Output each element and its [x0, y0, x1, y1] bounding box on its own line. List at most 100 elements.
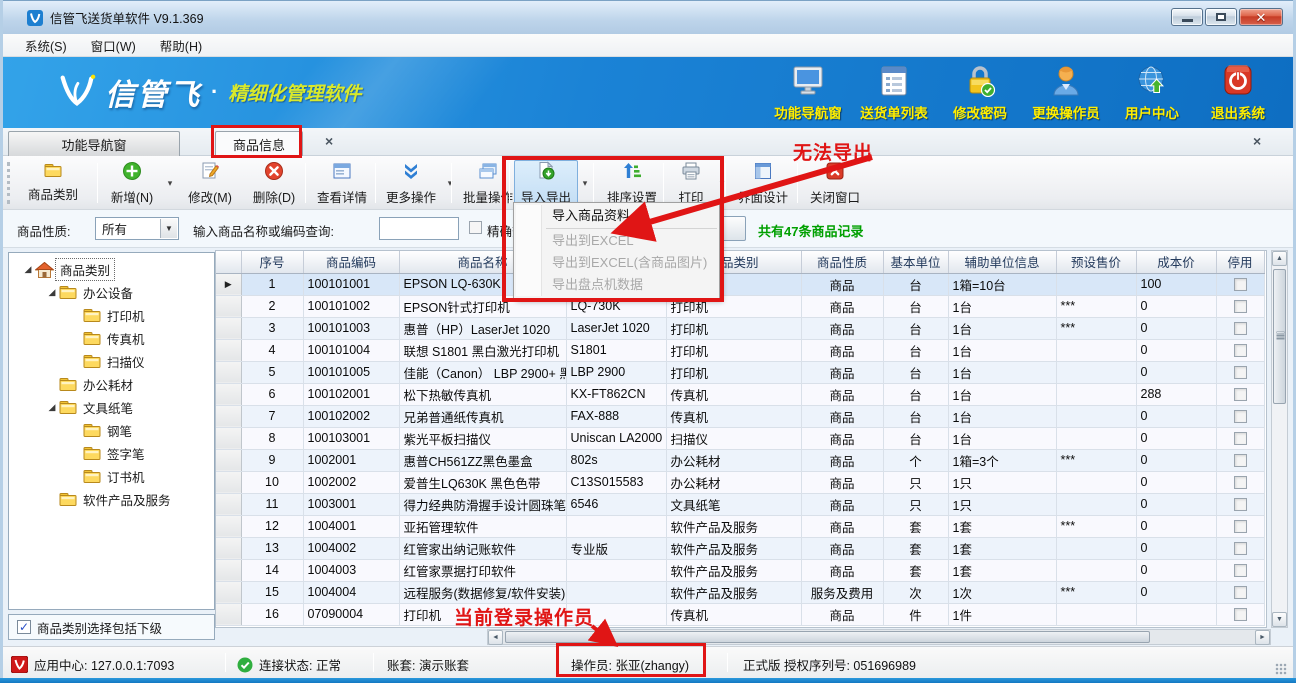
cell[interactable]: 100102002 [303, 405, 399, 427]
search-input[interactable] [379, 217, 459, 240]
disable-checkbox[interactable] [1234, 410, 1247, 423]
toolbar-view-detail-button[interactable]: 查看详情 [309, 160, 375, 206]
cell[interactable]: 0 [1136, 471, 1216, 493]
cell[interactable]: 100101001 [303, 273, 399, 295]
maximize-button[interactable] [1205, 8, 1237, 26]
cell[interactable]: 套 [883, 515, 948, 537]
cell[interactable]: 商品 [801, 493, 883, 515]
cell[interactable]: 4 [241, 339, 303, 361]
cell[interactable]: 套 [883, 559, 948, 581]
cell[interactable]: 5 [241, 361, 303, 383]
disable-checkbox[interactable] [1234, 520, 1247, 533]
tree-item-钢笔[interactable]: 钢笔 [9, 419, 214, 442]
cell[interactable]: 100 [1136, 273, 1216, 295]
cell[interactable]: 红管家出纳记账软件 [399, 537, 566, 559]
cell[interactable]: 1套 [948, 515, 1056, 537]
tree-item-办公设备[interactable]: ◢办公设备 [9, 281, 214, 304]
cell[interactable]: 8 [241, 427, 303, 449]
cell[interactable]: 惠普CH561ZZ黑色墨盒 [399, 449, 566, 471]
cell[interactable] [1056, 493, 1136, 515]
cell[interactable]: 0 [1136, 295, 1216, 317]
cell[interactable]: 1台 [948, 427, 1056, 449]
scroll-right-icon[interactable]: ► [1255, 630, 1270, 645]
cell[interactable]: 件 [883, 603, 948, 625]
menu-help[interactable]: 帮助(H) [148, 34, 214, 57]
cell[interactable]: 只 [883, 471, 948, 493]
table-row[interactable]: 141004003红管家票据打印软件软件产品及服务商品套1套0 [216, 559, 1264, 581]
include-sub-checkbox[interactable]: ✓ [17, 620, 31, 634]
cell[interactable]: 2 [241, 295, 303, 317]
cell[interactable]: 商品 [801, 427, 883, 449]
tree-item-办公耗材[interactable]: 办公耗材 [9, 373, 214, 396]
dropdown-caret-icon[interactable]: ▾ [579, 160, 591, 206]
tree-item-传真机[interactable]: 传真机 [9, 327, 214, 350]
tab-nav-window[interactable]: 功能导航窗 [8, 131, 180, 156]
toolbar-batch-actions-button[interactable]: 批量操作 [455, 160, 521, 206]
table-row[interactable]: 7100102002兄弟普通纸传真机FAX-888传真机商品台1台0 [216, 405, 1264, 427]
row-selector[interactable] [216, 581, 241, 603]
export-menu-item-0[interactable]: 导入商品资料 [514, 205, 719, 227]
cell[interactable] [1056, 273, 1136, 295]
cell[interactable]: 台 [883, 405, 948, 427]
cell[interactable]: 1台 [948, 317, 1056, 339]
nature-select[interactable]: 所有 ▼ [95, 217, 179, 240]
table-row[interactable]: 8100103001紫光平板扫描仪Uniscan LA2000扫描仪商品台1台0 [216, 427, 1264, 449]
cell-disable[interactable] [1216, 317, 1264, 339]
cell[interactable]: 爱普生LQ630K 黑色色带 [399, 471, 566, 493]
column-header-商品编码[interactable]: 商品编码 [303, 251, 399, 273]
toolbar-modify-button[interactable]: 修改(M) [179, 160, 241, 206]
cell[interactable]: 100102001 [303, 383, 399, 405]
cell[interactable]: 1004001 [303, 515, 399, 537]
tree-expander-icon[interactable]: ◢ [45, 287, 59, 298]
cell[interactable]: 亚拓管理软件 [399, 515, 566, 537]
cell[interactable]: 6546 [566, 493, 666, 515]
tree-expander-icon[interactable]: ◢ [45, 402, 59, 413]
cell[interactable]: 次 [883, 581, 948, 603]
cell-disable[interactable] [1216, 581, 1264, 603]
row-selector[interactable] [216, 449, 241, 471]
cell[interactable]: 100101004 [303, 339, 399, 361]
cell[interactable]: 6 [241, 383, 303, 405]
cell[interactable]: 16 [241, 603, 303, 625]
toolbar-sort-settings-button[interactable]: 排序设置 [599, 160, 665, 206]
scroll-left-icon[interactable]: ◄ [488, 630, 503, 645]
row-selector[interactable] [216, 471, 241, 493]
table-row[interactable]: 151004004远程服务(数据修复/软件安装)软件产品及服务服务及费用次1次*… [216, 581, 1264, 603]
cell[interactable]: FAX-888 [566, 405, 666, 427]
cell[interactable] [1056, 471, 1136, 493]
cell[interactable] [1136, 603, 1216, 625]
disable-checkbox[interactable] [1234, 432, 1247, 445]
toolbar-import-export-button[interactable]: 导入导出 [514, 160, 578, 206]
cell[interactable] [1056, 537, 1136, 559]
disable-checkbox[interactable] [1234, 564, 1247, 577]
cell[interactable] [566, 581, 666, 603]
disable-checkbox[interactable] [1234, 366, 1247, 379]
row-selector[interactable] [216, 493, 241, 515]
cell-disable[interactable] [1216, 493, 1264, 515]
cell[interactable]: 3 [241, 317, 303, 339]
cell[interactable]: 商品 [801, 559, 883, 581]
cell[interactable]: 佳能（Canon） LBP 2900+ 黑白激光打 [399, 361, 566, 383]
cell[interactable]: 商品 [801, 383, 883, 405]
cell[interactable]: 台 [883, 427, 948, 449]
table-row[interactable]: 2100101002EPSON针式打印机LQ-730K打印机商品台1台***0 [216, 295, 1264, 317]
cell[interactable]: 1台 [948, 339, 1056, 361]
cell[interactable]: 1只 [948, 493, 1056, 515]
disable-checkbox[interactable] [1234, 454, 1247, 467]
cell[interactable]: 802s [566, 449, 666, 471]
cell[interactable]: 1002001 [303, 449, 399, 471]
table-row[interactable]: 3100101003惠普（HP）LaserJet 1020LaserJet 10… [216, 317, 1264, 339]
column-header-辅助单位信息[interactable]: 辅助单位信息 [948, 251, 1056, 273]
cell[interactable]: 07090004 [303, 603, 399, 625]
cell-disable[interactable] [1216, 537, 1264, 559]
cell[interactable] [566, 559, 666, 581]
cell[interactable]: 台 [883, 361, 948, 383]
disable-checkbox[interactable] [1234, 388, 1247, 401]
toolbar-close-window-button[interactable]: 关闭窗口 [801, 160, 869, 206]
horizontal-scrollbar[interactable]: ◄ ► [487, 629, 1271, 645]
cell[interactable]: 商品 [801, 361, 883, 383]
cell[interactable]: 1004004 [303, 581, 399, 603]
dropdown-caret-icon[interactable]: ▾ [716, 160, 728, 206]
cell[interactable] [566, 515, 666, 537]
cell[interactable]: 1套 [948, 559, 1056, 581]
